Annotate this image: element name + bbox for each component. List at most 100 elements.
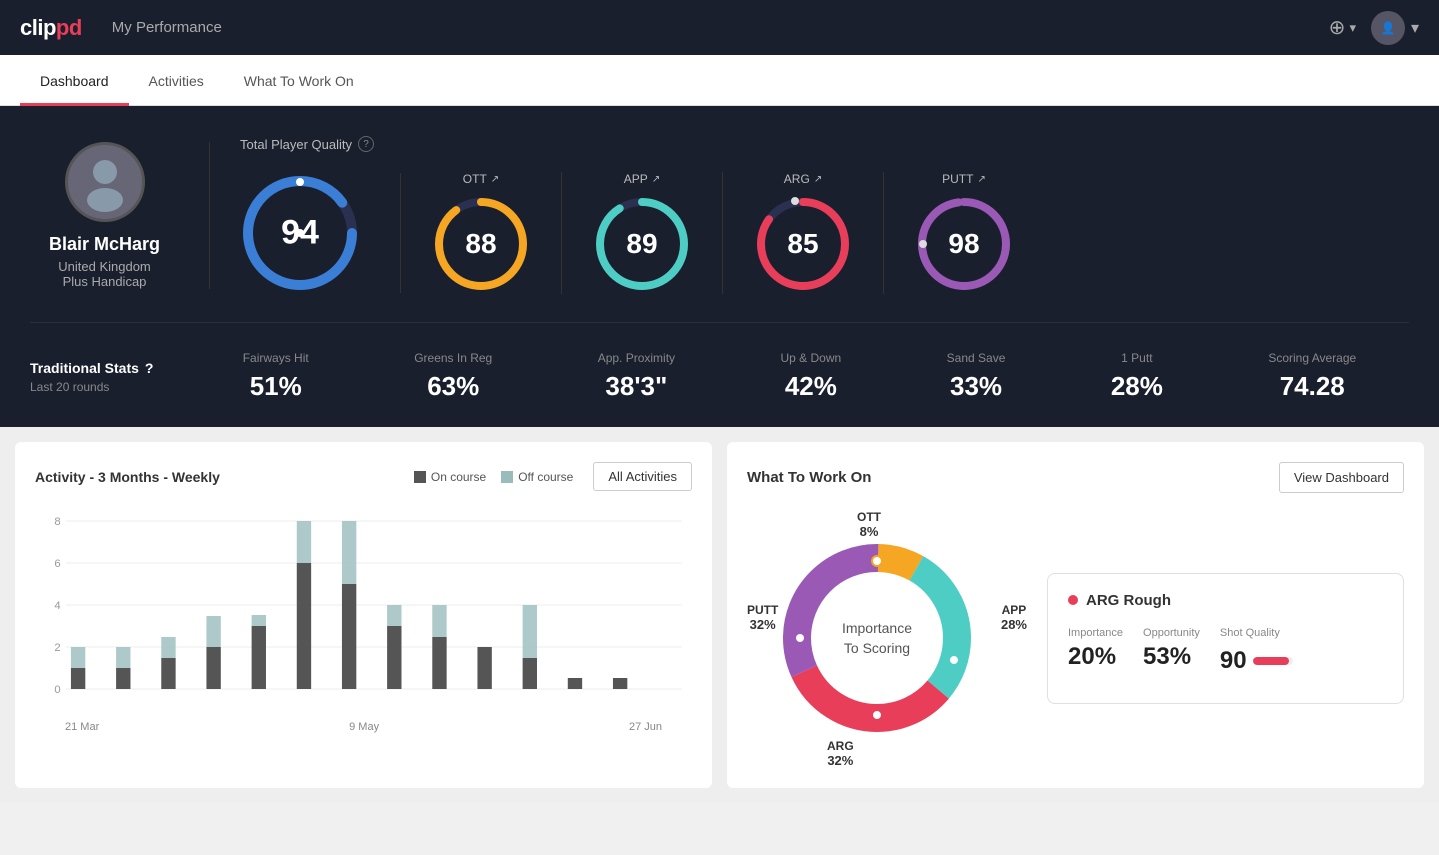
tab-activities[interactable]: Activities xyxy=(129,55,224,106)
chart-labels: 21 Mar 9 May 27 Jun xyxy=(35,716,692,733)
score-item-app: APP↗ 89 xyxy=(562,172,723,294)
user-chevron-icon: ▾ xyxy=(1411,18,1419,38)
player-handicap: Plus Handicap xyxy=(63,274,147,289)
chart-area: 8 6 4 2 0 xyxy=(35,511,692,731)
donut-container: Importance To Scoring OTT8% APP28% ARG32… xyxy=(747,508,1027,768)
svg-text:4: 4 xyxy=(54,600,60,612)
svg-text:To Scoring: To Scoring xyxy=(844,640,910,656)
arg-donut-label: ARG32% xyxy=(827,739,854,768)
what-to-work-on-panel: What To Work On View Dashboard xyxy=(727,442,1424,788)
stat-proximity: App. Proximity 38'3" xyxy=(598,351,675,402)
shot-quality-metric: Shot Quality 90 xyxy=(1220,627,1293,675)
top-nav: clippd My Performance ⊕ ▾ 👤 ▾ xyxy=(0,0,1439,55)
arg-circle: 85 xyxy=(753,194,853,294)
putt-label: PUTT↗ xyxy=(942,172,986,186)
arg-value: 85 xyxy=(787,228,818,260)
player-country: United Kingdom xyxy=(58,259,151,274)
tabs-bar: Dashboard Activities What To Work On xyxy=(0,55,1439,106)
help-icon[interactable]: ? xyxy=(358,136,374,152)
avatar: 👤 xyxy=(1371,11,1405,45)
wtwo-title: What To Work On xyxy=(747,469,871,486)
quality-scores: 94 OTT↗ 88 xyxy=(240,172,1409,294)
shot-quality-bar: 90 xyxy=(1220,647,1293,675)
putt-circle: 98 xyxy=(914,194,1014,294)
hero-top: Blair McHarg United Kingdom Plus Handica… xyxy=(30,136,1409,294)
chevron-icon: ▾ xyxy=(1349,20,1356,36)
stats-row: Traditional Stats ? Last 20 rounds Fairw… xyxy=(30,322,1409,402)
opportunity-metric: Opportunity 53% xyxy=(1143,627,1200,675)
svg-text:6: 6 xyxy=(54,558,60,570)
chart-x-label-2: 9 May xyxy=(349,721,379,733)
score-item-arg: ARG↗ 85 xyxy=(723,172,884,294)
all-activities-button[interactable]: All Activities xyxy=(593,462,692,491)
ott-label: OTT↗ xyxy=(463,172,499,186)
ott-circle: 88 xyxy=(431,194,531,294)
wtwo-header: What To Work On View Dashboard xyxy=(747,462,1404,493)
hero-section: Blair McHarg United Kingdom Plus Handica… xyxy=(0,106,1439,427)
tab-what-to-work-on[interactable]: What To Work On xyxy=(224,55,374,106)
arg-card-title: ARG Rough xyxy=(1068,592,1383,609)
chart-svg: 8 6 4 2 0 xyxy=(35,511,692,711)
player-info: Blair McHarg United Kingdom Plus Handica… xyxy=(30,142,210,289)
stats-title: Traditional Stats ? xyxy=(30,360,190,376)
main-score: 94 xyxy=(240,173,401,293)
stat-fairways: Fairways Hit 51% xyxy=(243,351,309,402)
main-circle: 94 xyxy=(240,173,360,293)
stat-1putt: 1 Putt 28% xyxy=(1111,351,1163,402)
ott-donut-label: OTT8% xyxy=(857,510,881,539)
activity-panel: Activity - 3 Months - Weekly On course O… xyxy=(15,442,712,788)
svg-text:8: 8 xyxy=(54,516,60,528)
stat-greens: Greens In Reg 63% xyxy=(414,351,492,402)
stat-scoring: Scoring Average 74.28 xyxy=(1268,351,1356,402)
arg-card-dot xyxy=(1068,595,1078,605)
importance-metric: Importance 20% xyxy=(1068,627,1123,675)
stat-items: Fairways Hit 51% Greens In Reg 63% App. … xyxy=(190,351,1409,402)
svg-text:2: 2 xyxy=(54,642,60,654)
chart-x-label-3: 27 Jun xyxy=(629,721,662,733)
add-button[interactable]: ⊕ ▾ xyxy=(1329,15,1356,40)
logo: clippd xyxy=(20,15,82,41)
chart-header: Activity - 3 Months - Weekly On course O… xyxy=(35,462,692,491)
chart-x-label-1: 21 Mar xyxy=(65,721,99,733)
stat-updown: Up & Down 42% xyxy=(781,351,842,402)
player-name: Blair McHarg xyxy=(49,234,160,255)
chart-legend: On course Off course xyxy=(414,470,574,484)
view-dashboard-button[interactable]: View Dashboard xyxy=(1279,462,1404,493)
arg-card: ARG Rough Importance 20% Opportunity 53%… xyxy=(1047,573,1404,704)
chart-title: Activity - 3 Months - Weekly xyxy=(35,469,220,485)
putt-value: 98 xyxy=(948,228,979,260)
app-value: 89 xyxy=(626,228,657,260)
arg-label: ARG↗ xyxy=(784,172,822,186)
stat-sandsave: Sand Save 33% xyxy=(947,351,1006,402)
quality-label: Total Player Quality ? xyxy=(240,136,1409,152)
quality-section: Total Player Quality ? 94 xyxy=(210,136,1409,294)
bottom-panels: Activity - 3 Months - Weekly On course O… xyxy=(0,427,1439,803)
ott-value: 88 xyxy=(465,228,496,260)
app-circle: 89 xyxy=(592,194,692,294)
tab-dashboard[interactable]: Dashboard xyxy=(20,55,129,106)
legend-on-course: On course xyxy=(414,470,486,484)
stats-subtitle: Last 20 rounds xyxy=(30,380,190,394)
putt-donut-label: PUTT32% xyxy=(747,603,778,632)
sq-bar-fill xyxy=(1253,657,1289,665)
nav-title: My Performance xyxy=(112,19,1329,36)
total-quality-value: 94 xyxy=(281,214,319,253)
score-item-putt: PUTT↗ 98 xyxy=(884,172,1044,294)
legend-on-icon xyxy=(414,471,426,483)
app-label: APP↗ xyxy=(624,172,660,186)
nav-actions: ⊕ ▾ 👤 ▾ xyxy=(1329,11,1419,45)
stats-help-icon[interactable]: ? xyxy=(145,360,154,376)
donut-svg: Importance To Scoring xyxy=(767,528,987,748)
sq-bar-wrap xyxy=(1253,657,1293,665)
svg-text:0: 0 xyxy=(54,684,60,696)
wtwo-content: Importance To Scoring OTT8% APP28% ARG32… xyxy=(747,508,1404,768)
player-avatar xyxy=(65,142,145,222)
stats-label: Traditional Stats ? Last 20 rounds xyxy=(30,360,190,394)
score-item-ott: OTT↗ 88 xyxy=(401,172,562,294)
user-menu[interactable]: 👤 ▾ xyxy=(1371,11,1419,45)
svg-text:Importance: Importance xyxy=(842,620,912,636)
arg-metrics: Importance 20% Opportunity 53% Shot Qual… xyxy=(1068,627,1383,675)
app-donut-label: APP28% xyxy=(1001,603,1027,632)
legend-off-course: Off course xyxy=(501,470,573,484)
legend-off-icon xyxy=(501,471,513,483)
